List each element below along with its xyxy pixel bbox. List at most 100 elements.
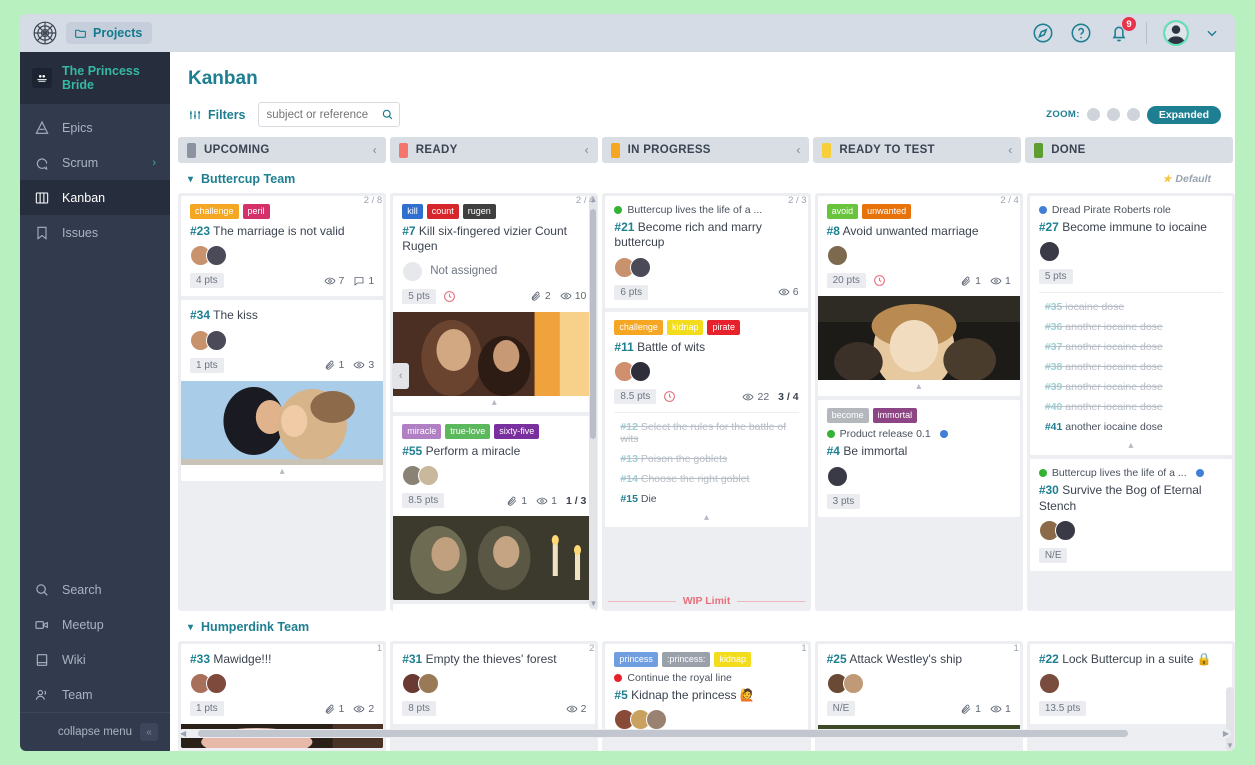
card-epic[interactable]: Buttercup lives the life of a ...	[614, 204, 798, 216]
card-5[interactable]: princess :princess: kidnap Continue the …	[605, 644, 807, 737]
collapse-menu-button[interactable]: collapse menu «	[20, 712, 170, 751]
card-7[interactable]: kill count rugen #7 Kill six-fingered vi…	[393, 196, 595, 412]
scroll-down-icon[interactable]: ▼	[589, 600, 597, 608]
tag[interactable]: :princess:	[662, 652, 711, 667]
card-4[interactable]: become immortal Product release 0.1 #4 B…	[818, 400, 1020, 516]
help-icon[interactable]	[1070, 22, 1092, 44]
chevron-down-icon[interactable]: ▾	[188, 174, 193, 185]
zoom-level-1[interactable]	[1087, 108, 1100, 121]
column-header-ready-to-test[interactable]: READY TO TEST ‹	[813, 137, 1021, 163]
collapse-column-icon[interactable]: ‹	[585, 143, 589, 157]
tag[interactable]: count	[427, 204, 459, 219]
column-header-done[interactable]: DONE	[1025, 137, 1233, 163]
avatar[interactable]	[630, 361, 651, 382]
card-epic[interactable]: Product release 0.1	[827, 428, 1011, 440]
zoom-level-2[interactable]	[1107, 108, 1120, 121]
sidebar-item-meetup[interactable]: Meetup	[20, 607, 170, 642]
card-thumbnail-miracle-max[interactable]	[393, 516, 595, 600]
search-input[interactable]	[267, 109, 375, 121]
avatar[interactable]	[827, 245, 848, 266]
avatar[interactable]	[630, 257, 651, 278]
avatar[interactable]	[206, 673, 227, 694]
sidebar-item-wiki[interactable]: Wiki	[20, 642, 170, 677]
card-epic[interactable]: Continue the royal line	[614, 672, 798, 684]
board-horizontal-scrollbar[interactable]: ◀ ▶	[178, 729, 1231, 738]
card-30[interactable]: Buttercup lives the life of a ... #30 Su…	[1030, 459, 1232, 571]
sidebar-project[interactable]: The Princess Bride	[20, 52, 170, 104]
tag[interactable]: immortal	[873, 408, 918, 423]
subtask-item[interactable]: #41 another iocaine dose	[1045, 417, 1223, 437]
subtask-item[interactable]: #14 Choose the right goblet	[620, 469, 798, 489]
card-unassigned[interactable]: Not assigned	[402, 261, 586, 282]
breadcrumb[interactable]: Projects	[66, 22, 152, 44]
card-collapse-icon[interactable]: ▴	[1039, 439, 1223, 455]
tag[interactable]: miracle	[402, 424, 441, 439]
card-25[interactable]: #25 Attack Westley's ship N/E	[818, 644, 1020, 736]
subtask-item[interactable]: #37 another iocaine dose	[1045, 337, 1223, 357]
card-collapse-icon[interactable]: ▴	[827, 380, 1011, 396]
tag[interactable]: kidnap	[714, 652, 751, 667]
avatar[interactable]	[1039, 673, 1060, 694]
avatar[interactable]	[1055, 520, 1076, 541]
swimlane-header-humperdink[interactable]: ▾ Humperdink Team	[178, 611, 1235, 641]
collapse-column-icon[interactable]: ‹	[373, 143, 377, 157]
avatar[interactable]	[206, 245, 227, 266]
card-epic[interactable]: Buttercup lives the life of a ...	[1039, 467, 1223, 479]
card-56[interactable]: #56 Cover the lump with what looks	[393, 604, 595, 611]
tag[interactable]: kidnap	[667, 320, 704, 335]
sidebar-item-issues[interactable]: Issues	[20, 215, 170, 250]
avatar[interactable]	[418, 465, 439, 486]
card-8[interactable]: avoid unwanted #8 Avoid unwanted marriag…	[818, 196, 1020, 396]
subtask-item[interactable]: #15 Die	[620, 489, 798, 509]
chevron-down-icon[interactable]	[1205, 26, 1219, 40]
tag[interactable]: peril	[243, 204, 270, 219]
tag[interactable]: princess	[614, 652, 658, 667]
subtask-item[interactable]: #36 another iocaine dose	[1045, 317, 1223, 337]
search-box[interactable]	[258, 102, 400, 127]
collapse-column-icon[interactable]: ‹	[1008, 143, 1012, 157]
sidebar-item-epics[interactable]: Epics	[20, 110, 170, 145]
tag[interactable]: become	[827, 408, 869, 423]
avatar[interactable]	[843, 673, 864, 694]
card-22[interactable]: #22 Lock Buttercup in a suite 🔒 13.5 pts	[1030, 644, 1232, 724]
card-thumbnail-rugen[interactable]	[393, 312, 595, 396]
tag[interactable]: unwanted	[862, 204, 911, 219]
avatar[interactable]	[206, 330, 227, 351]
subtask-item[interactable]: #39 another iocaine dose	[1045, 377, 1223, 397]
card-11[interactable]: challenge kidnap pirate #11 Battle of wi…	[605, 312, 807, 527]
avatar[interactable]	[1039, 241, 1060, 262]
chevron-down-icon[interactable]: ▾	[188, 622, 193, 633]
scrollbar-thumb[interactable]	[590, 209, 596, 439]
sidebar-item-kanban[interactable]: Kanban	[20, 180, 170, 215]
scroll-left-icon[interactable]: ◀	[178, 729, 188, 738]
subtask-item[interactable]: #12 Select the rules for the battle of w…	[620, 417, 798, 449]
column-header-in-progress[interactable]: IN PROGRESS ‹	[602, 137, 810, 163]
tag[interactable]: kill	[402, 204, 423, 219]
subtask-item[interactable]: #38 another iocaine dose	[1045, 357, 1223, 377]
card-thumbnail-buttercup-crown[interactable]	[818, 296, 1020, 380]
scroll-down-icon[interactable]: ▼	[1226, 742, 1234, 750]
sidebar-item-scrum[interactable]: Scrum ›	[20, 145, 170, 180]
avatar[interactable]	[418, 673, 439, 694]
card-thumbnail-kiss[interactable]	[181, 381, 383, 465]
done-column-scrollbar[interactable]: ▼	[1226, 687, 1234, 751]
card-27[interactable]: Dread Pirate Roberts role #27 Become imm…	[1030, 196, 1232, 455]
zoom-level-3[interactable]	[1127, 108, 1140, 121]
column-header-ready[interactable]: READY ‹	[390, 137, 598, 163]
notifications-icon[interactable]: 9	[1108, 22, 1130, 44]
collapse-column-icon[interactable]: ‹	[796, 143, 800, 157]
card-collapse-icon[interactable]: ▴	[402, 396, 586, 412]
sidebar-item-search[interactable]: Search	[20, 572, 170, 607]
swimlane-header-buttercup[interactable]: ▾ Buttercup Team ★ Default	[178, 163, 1235, 193]
card-34[interactable]: #34 The kiss 1 pts	[181, 300, 383, 480]
card-55[interactable]: miracle true-love sixty-five #55 Perform…	[393, 416, 595, 600]
tag[interactable]: sixty-five	[494, 424, 539, 439]
compass-icon[interactable]	[1032, 22, 1054, 44]
card-31[interactable]: #31 Empty the thieves' forest 8 pts	[393, 644, 595, 724]
tag[interactable]: pirate	[707, 320, 740, 335]
card-collapse-icon[interactable]: ▴	[190, 465, 374, 481]
card-21[interactable]: Buttercup lives the life of a ... #21 Be…	[605, 196, 807, 308]
column-scrollbar[interactable]: ▲ ▼	[589, 195, 597, 609]
tag[interactable]: challenge	[614, 320, 663, 335]
tag[interactable]: challenge	[190, 204, 239, 219]
